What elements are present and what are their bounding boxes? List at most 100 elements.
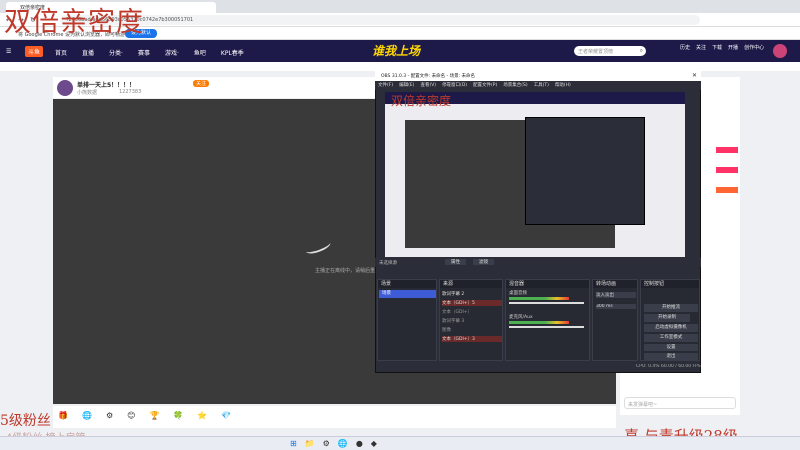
taskbar-app-icon[interactable]: ⚙ <box>323 439 330 448</box>
windows-start-icon[interactable]: ⊞ <box>290 439 297 448</box>
gift-icon[interactable]: ⚙ <box>106 411 113 420</box>
gift-icon[interactable]: 🎁 <box>58 411 68 420</box>
start-streaming-button[interactable]: 开始推流 <box>644 304 698 312</box>
obs-scenes-dock: 场景 场景 <box>377 279 437 361</box>
preview-nested-obs <box>525 117 645 225</box>
mixer-volume-slider[interactable] <box>509 302 584 304</box>
douyu-logo[interactable]: 斗鱼 <box>25 46 44 57</box>
scene-item[interactable]: 场景 <box>379 290 436 298</box>
gift-icon[interactable]: 🏆 <box>149 411 159 420</box>
obs-menu-edit[interactable]: 编辑(E) <box>399 82 414 88</box>
sources-dock-header: 来源 <box>440 280 502 288</box>
taskbar-app-icon[interactable]: 📁 <box>305 439 315 448</box>
history-button[interactable]: 历史 <box>680 44 690 51</box>
obs-sources-dock: 来源 歌词字幕 2 文本（GDI+）5 文本（GDI+） 歌词字幕 3 图像 文… <box>439 279 503 361</box>
obs-menu-scenecollection[interactable]: 场景集合(S) <box>503 82 527 88</box>
obs-current-source: 未选择源 <box>379 261 397 266</box>
obs-menu-items: 文件(F) 编辑(E) 查看(V) 停靠窗口(D) 配置文件(P) 场景集合(S… <box>378 82 571 88</box>
obs-properties-button[interactable]: 属性 <box>445 259 466 265</box>
obs-transitions-dock: 转场动画 淡入淡出 300 ms <box>592 279 638 361</box>
douyu-search-box[interactable]: 王者荣耀置顶榜 ⌕ <box>574 46 646 56</box>
obs-menu-file[interactable]: 文件(F) <box>378 82 393 88</box>
follow-nav-button[interactable]: 关注 <box>696 44 706 51</box>
close-icon[interactable]: ✕ <box>692 72 697 79</box>
source-item[interactable]: 文本（GDI+）3 <box>442 336 502 342</box>
controls-dock-header: 控制按钮 <box>641 280 699 288</box>
douyu-fish-logo-icon <box>304 237 332 257</box>
obs-window-title: OBS 31.0.3 - 配置文件: 未命名 - 场景: 未命名 <box>381 74 476 79</box>
chat-input-placeholder: 来发弹幕吧~ <box>628 402 658 408</box>
source-item[interactable]: 文本（GDI+）5 <box>442 300 502 306</box>
gift-icon[interactable]: 🌐 <box>82 411 92 420</box>
taskbar-app-icon[interactable]: 🌐 <box>338 439 348 448</box>
exit-button[interactable]: 退出 <box>644 353 698 360</box>
source-item[interactable]: 图像 <box>442 327 451 333</box>
mixer-volume-slider[interactable] <box>509 326 584 328</box>
chat-input[interactable]: 来发弹幕吧~ <box>624 397 736 409</box>
settings-button[interactable]: 设置 <box>644 344 698 351</box>
preview-watermark: 双倍亲密度 <box>391 94 452 108</box>
douyu-right-actions: 历史 关注 下载 开播 创作中心 <box>680 44 764 51</box>
start-recording-button[interactable]: 开始录制 <box>644 314 690 322</box>
obs-menu-tools[interactable]: 工具(T) <box>534 82 549 88</box>
obs-menu-help[interactable]: 帮助(H) <box>555 82 571 88</box>
gift-list: 🎁 🌐 ⚙ 😊 🏆 🍀 ⭐ 💎 <box>58 411 231 420</box>
windows-taskbar: ⊞ 📁 ⚙ 🌐 ● ◆ <box>0 436 800 450</box>
gift-bar: 🎁 🌐 ⚙ 😊 🏆 🍀 ⭐ 💎 <box>53 406 616 428</box>
obs-titlebar: OBS 31.0.3 - 配置文件: 未命名 - 场景: 未命名 ✕ <box>375 71 701 81</box>
menu-icon[interactable]: ☰ <box>6 48 11 55</box>
anchor-fans: 1227383 <box>119 89 142 95</box>
chat-badge <box>716 187 738 193</box>
category-subnav <box>0 62 800 71</box>
nav-match[interactable]: 赛事 <box>138 48 150 57</box>
nav-home[interactable]: 首页 <box>55 48 67 57</box>
transitions-dock-header: 转场动画 <box>593 280 637 288</box>
kpl-banner[interactable]: 谁我上场 <box>372 42 420 59</box>
anchor-avatar[interactable] <box>57 80 73 96</box>
obs-menu-docks[interactable]: 停靠窗口(D) <box>442 82 467 88</box>
nav-category[interactable]: 分类· <box>109 48 123 57</box>
nav-game[interactable]: 游戏· <box>165 48 179 57</box>
video-status-text: 主播正在离线中，请稍后重试 <box>315 268 381 274</box>
gift-icon[interactable]: 😊 <box>127 411 135 420</box>
taskbar-icons: ⊞ 📁 ⚙ 🌐 ● ◆ <box>290 439 377 448</box>
watermark-title: 双倍亲密度 <box>4 7 144 38</box>
nav-kpl[interactable]: KPL春季 <box>221 48 244 57</box>
obs-preview[interactable]: 双倍亲密度 <box>385 92 685 257</box>
obs-menu: 文件(F) 编辑(E) 查看(V) 停靠窗口(D) 配置文件(P) 场景集合(S… <box>375 81 701 90</box>
obs-status: CPU: 0.4% 60.00 / 60.00 FPS <box>636 364 701 369</box>
watermark-fan-level: 5级粉丝 <box>0 413 51 429</box>
transition-duration[interactable]: 300 ms <box>596 304 636 309</box>
source-item[interactable]: 歌词字幕 3 <box>442 318 464 324</box>
creator-center-button[interactable]: 创作中心 <box>744 44 764 51</box>
studio-mode-button[interactable]: 工作室模式 <box>644 334 698 342</box>
obs-controls-dock: 控制按钮 开始推流 开始录制 启动虚拟摄像机 工作室模式 设置 退出 <box>640 279 700 361</box>
taskbar-app-icon[interactable]: ◆ <box>371 439 377 448</box>
scenes-dock-header: 场景 <box>378 280 436 288</box>
douyu-search-placeholder: 王者荣耀置顶榜 <box>578 49 614 55</box>
obs-mixer-dock: 混音器 桌面音频 麦克风/Aux <box>505 279 590 361</box>
obs-filters-button[interactable]: 滤镜 <box>473 259 494 265</box>
search-icon[interactable]: ⌕ <box>640 47 643 55</box>
download-button[interactable]: 下载 <box>712 44 722 51</box>
obs-menu-view[interactable]: 查看(V) <box>420 82 436 88</box>
gift-icon[interactable]: 💎 <box>221 411 231 420</box>
gift-icon[interactable]: 🍀 <box>173 411 183 420</box>
obs-source-toolbar: 未选择源 属性 滤镜 <box>375 258 701 267</box>
user-avatar[interactable] <box>773 44 787 58</box>
source-item[interactable]: 歌词字幕 2 <box>442 291 464 297</box>
url-field[interactable]: ?20e0bad-add66593c056370c0742e7b30005170… <box>60 15 700 25</box>
gift-icon[interactable]: ⭐ <box>197 411 207 420</box>
taskbar-app-icon[interactable]: ● <box>356 439 363 448</box>
follow-button[interactable]: 关注 <box>193 80 210 87</box>
obs-menu-profile[interactable]: 配置文件(P) <box>473 82 497 88</box>
virtual-camera-button[interactable]: 启动虚拟摄像机 <box>644 324 698 332</box>
transition-select[interactable]: 淡入淡出 <box>596 292 636 298</box>
nav-yuba[interactable]: 鱼吧 <box>194 48 206 57</box>
source-item[interactable]: 文本（GDI+） <box>442 309 472 315</box>
chat-badge <box>716 147 738 153</box>
anchor-tag: 小熊数据 <box>77 90 98 96</box>
start-live-button[interactable]: 开播 <box>728 44 738 51</box>
nav-live[interactable]: 直播 <box>82 48 94 57</box>
anchor-title: 单排一天上5！！！！ <box>77 82 136 89</box>
